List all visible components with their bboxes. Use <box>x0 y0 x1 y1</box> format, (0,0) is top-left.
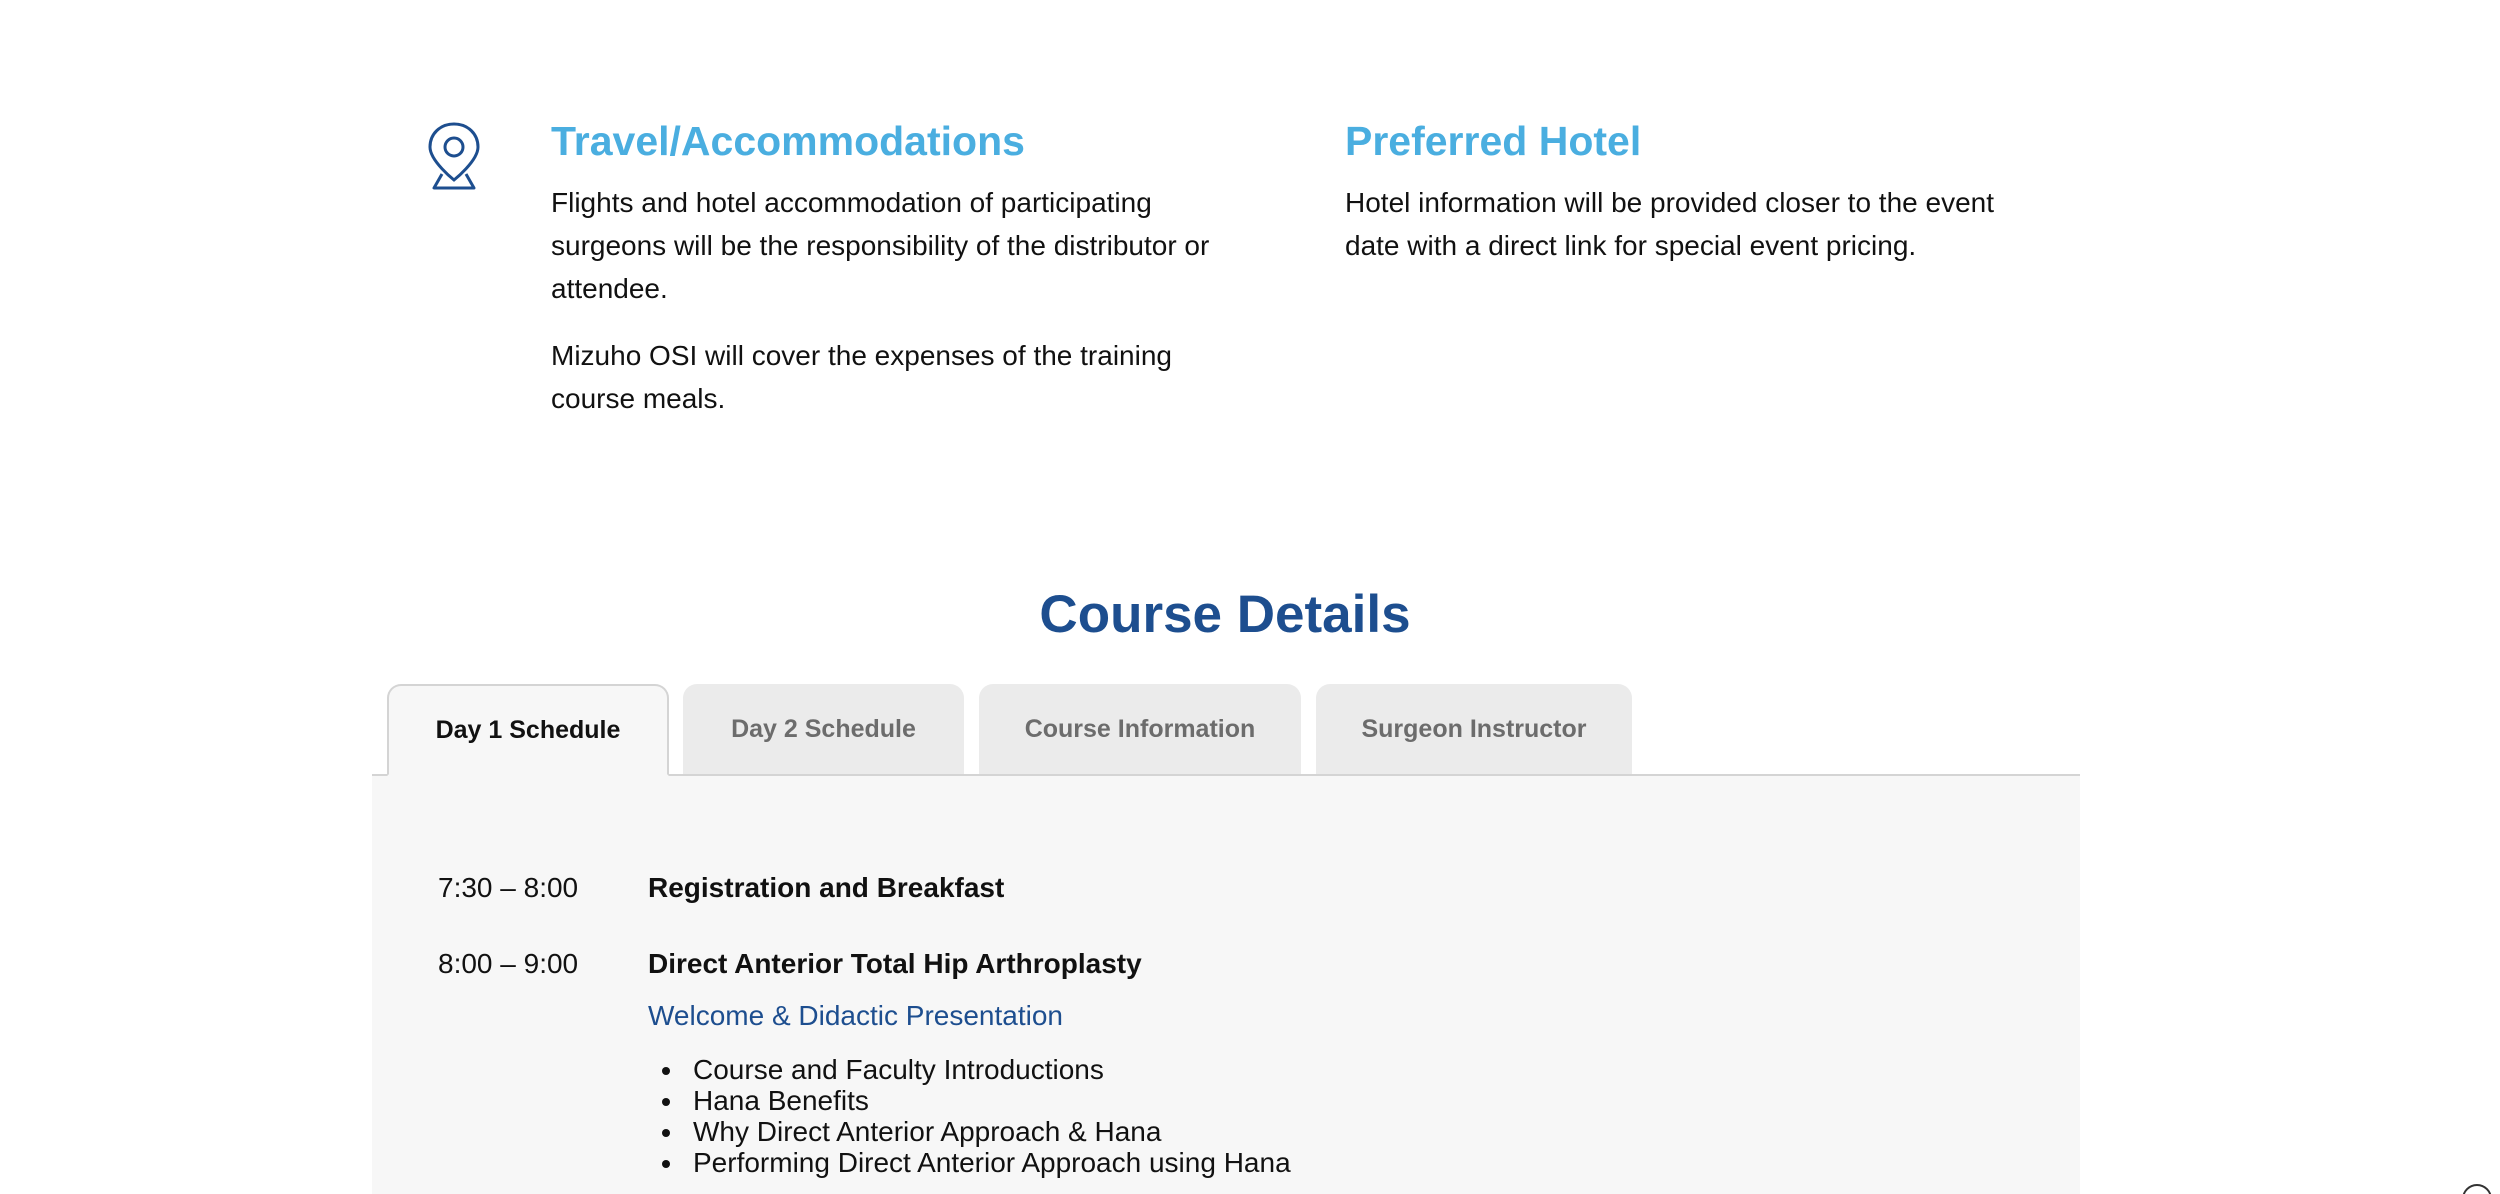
course-details-title: Course Details <box>1039 585 1411 644</box>
list-item: Hana Benefits <box>648 1085 1291 1116</box>
tab-day-1-schedule[interactable]: Day 1 Schedule <box>387 684 669 776</box>
schedule-time: 7:30 – 8:00 <box>438 872 579 903</box>
schedule-event: Direct Anterior Total Hip Arthroplasty <box>648 948 1142 979</box>
tab-surgeon-instructor[interactable]: Surgeon Instructor <box>1316 684 1632 774</box>
session-topics-list: Course and Faculty Introductions Hana Be… <box>648 1054 1291 1178</box>
tab-course-information[interactable]: Course Information <box>979 684 1301 774</box>
course-tabs: Day 1 Schedule Day 2 Schedule Course Inf… <box>372 684 2080 776</box>
travel-paragraph-2: Mizuho OSI will cover the expenses of th… <box>551 340 1172 414</box>
list-item: Course and Faculty Introductions <box>648 1054 1291 1085</box>
session-subheading: Welcome & Didactic Presentation <box>648 1000 1063 1031</box>
page: Travel/Accommodations Flights and hotel … <box>0 0 2500 1194</box>
list-item: Performing Direct Anterior Approach usin… <box>648 1147 1291 1178</box>
travel-title: Travel/Accommodations <box>551 118 1025 164</box>
schedule-panel: 7:30 – 8:00 Registration and Breakfast 8… <box>372 776 2080 1194</box>
tab-day-2-schedule[interactable]: Day 2 Schedule <box>683 684 964 774</box>
chat-icon[interactable] <box>2462 1184 2492 1194</box>
travel-paragraph-1: Flights and hotel accommodation of parti… <box>551 187 1210 304</box>
list-item: Why Direct Anterior Approach & Hana <box>648 1116 1291 1147</box>
map-pin-icon <box>428 122 480 190</box>
hotel-title: Preferred Hotel <box>1345 118 1642 164</box>
schedule-event: Registration and Breakfast <box>648 872 1005 903</box>
hotel-section: Preferred Hotel Hotel information will b… <box>1345 115 2045 291</box>
travel-section: Travel/Accommodations Flights and hotel … <box>551 115 1211 444</box>
hotel-paragraph: Hotel information will be provided close… <box>1345 187 1995 261</box>
schedule-time: 8:00 – 9:00 <box>438 948 579 979</box>
